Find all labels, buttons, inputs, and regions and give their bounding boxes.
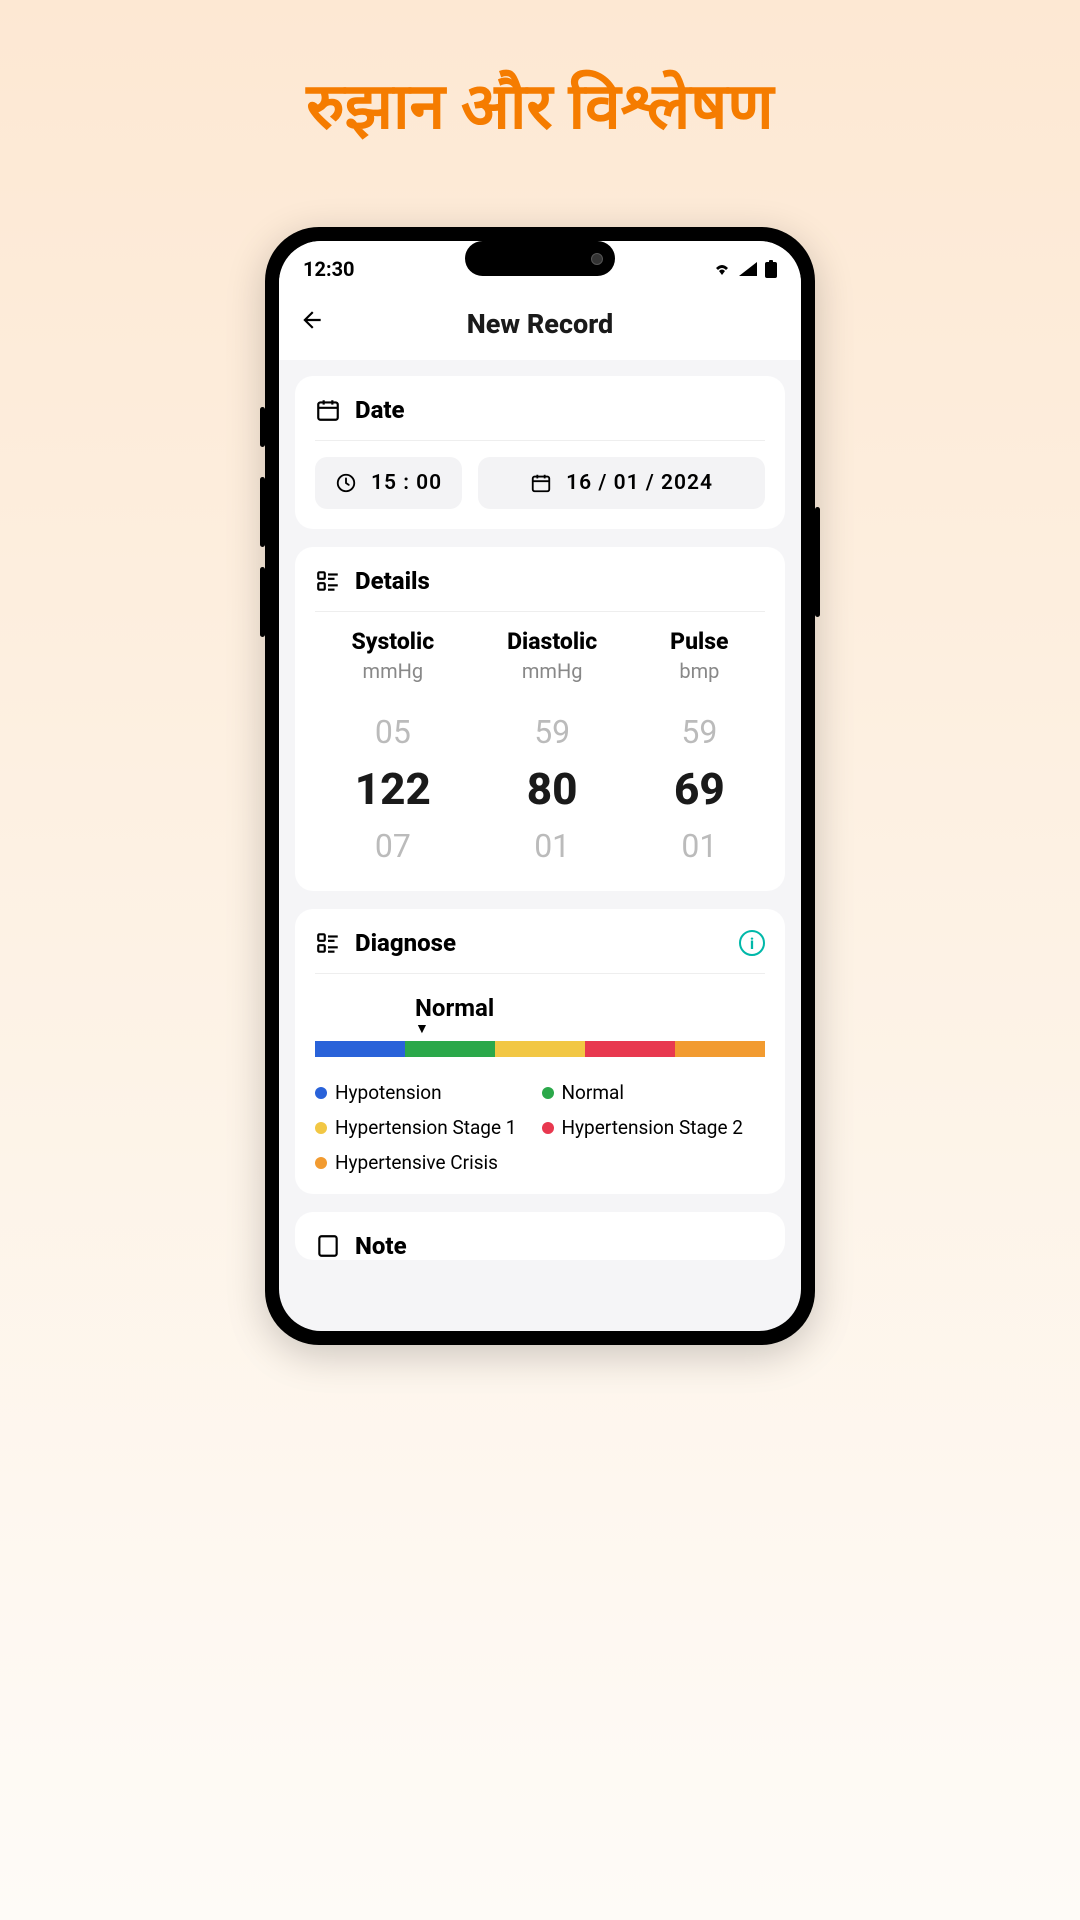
seg-stage1 — [495, 1041, 585, 1057]
note-card: Note — [295, 1212, 785, 1260]
legend-item: Normal — [542, 1081, 745, 1104]
details-card: Details Systolic mmHg 05 122 07 Diastoli… — [295, 547, 785, 891]
diagnose-card: Diagnose i Normal ▼ Hypotension Normal — [295, 909, 785, 1194]
promo-headline: रुझान और विश्लेषण — [306, 60, 773, 147]
systolic-picker[interactable]: Systolic mmHg 05 122 07 — [351, 628, 434, 871]
diagnose-card-title: Diagnose — [355, 929, 456, 957]
pulse-next: 01 — [681, 827, 717, 865]
systolic-prev: 05 — [375, 713, 411, 751]
date-picker[interactable]: 16 / 01 / 2024 — [478, 457, 765, 509]
calendar-icon — [315, 397, 341, 423]
details-icon — [315, 568, 341, 594]
diastolic-next: 01 — [534, 827, 570, 865]
seg-normal — [405, 1041, 495, 1057]
app-header: New Record — [279, 289, 801, 360]
diastolic-label: Diastolic — [507, 628, 597, 655]
diagnose-icon — [315, 930, 341, 956]
date-card-title: Date — [355, 396, 405, 424]
diagnose-color-bar — [315, 1041, 765, 1057]
diastolic-unit: mmHg — [522, 659, 583, 683]
pulse-label: Pulse — [670, 628, 728, 655]
wifi-icon — [713, 262, 731, 276]
details-card-title: Details — [355, 567, 430, 595]
diastolic-picker[interactable]: Diastolic mmHg 59 80 01 — [507, 628, 597, 871]
back-button[interactable] — [299, 307, 325, 340]
info-icon[interactable]: i — [739, 930, 765, 956]
seg-crisis — [675, 1041, 765, 1057]
legend-item: Hypotension — [315, 1081, 518, 1104]
pulse-picker[interactable]: Pulse bmp 59 69 01 — [670, 628, 728, 871]
diagnose-pointer-icon: ▼ — [415, 1020, 765, 1037]
phone-screen: 12:30 New Record Date — [279, 241, 801, 1331]
seg-stage2 — [585, 1041, 675, 1057]
date-card: Date 15 : 00 16 / 01 / 2024 — [295, 376, 785, 529]
systolic-next: 07 — [375, 827, 411, 865]
pulse-unit: bmp — [679, 659, 719, 683]
seg-hypotension — [315, 1041, 405, 1057]
systolic-label: Systolic — [351, 628, 434, 655]
phone-frame: 12:30 New Record Date — [265, 227, 815, 1345]
pulse-value: 69 — [674, 763, 725, 815]
clock-icon — [335, 472, 357, 494]
diastolic-value: 80 — [527, 763, 578, 815]
systolic-unit: mmHg — [363, 659, 424, 683]
calendar-small-icon — [530, 472, 552, 494]
phone-notch — [465, 241, 615, 276]
legend-item: Hypertension Stage 1 — [315, 1116, 518, 1139]
time-picker[interactable]: 15 : 00 — [315, 457, 462, 509]
date-value: 16 / 01 / 2024 — [566, 471, 713, 495]
time-value: 15 : 00 — [371, 471, 442, 495]
note-card-title: Note — [355, 1232, 407, 1260]
legend-item: Hypertensive Crisis — [315, 1151, 765, 1174]
diagnose-legend: Hypotension Normal Hypertension Stage 1 … — [315, 1081, 765, 1174]
note-icon — [315, 1233, 341, 1259]
legend-item: Hypertension Stage 2 — [542, 1116, 745, 1139]
page-title: New Record — [467, 308, 613, 340]
pulse-prev: 59 — [681, 713, 717, 751]
battery-icon — [765, 260, 777, 278]
status-time: 12:30 — [303, 257, 355, 281]
diagnose-current: Normal — [415, 994, 765, 1022]
signal-icon — [739, 262, 757, 276]
systolic-value: 122 — [355, 763, 431, 815]
diastolic-prev: 59 — [534, 713, 570, 751]
